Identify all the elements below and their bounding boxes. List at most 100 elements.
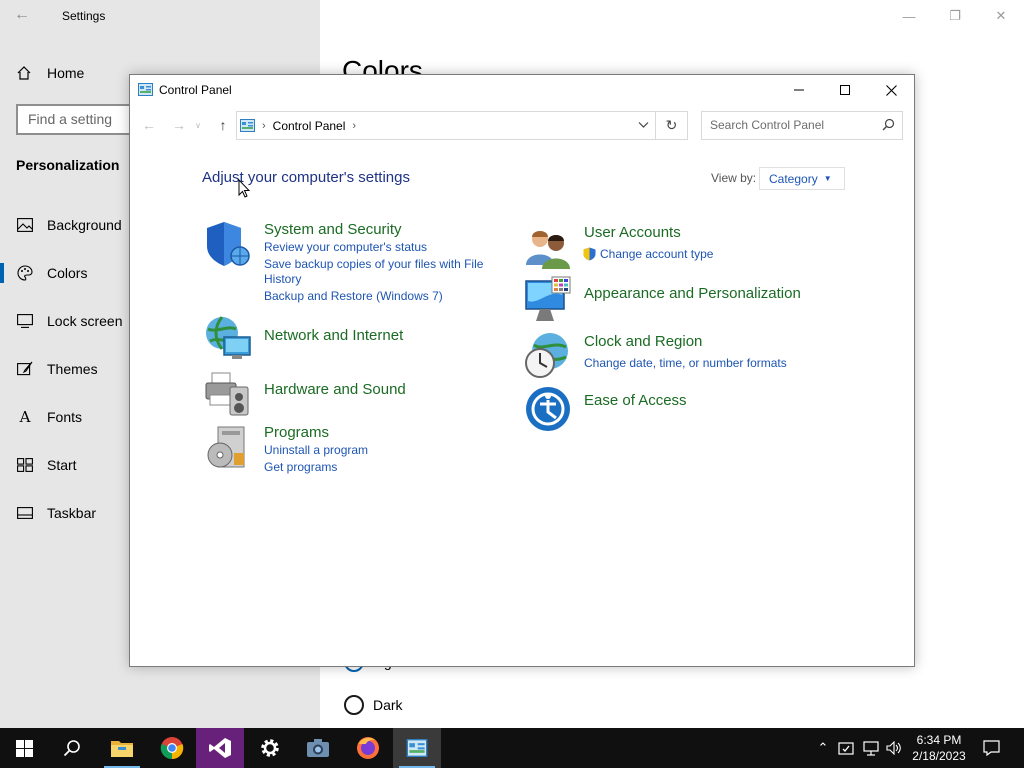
nav-item-label: Lock screen (47, 313, 123, 329)
start-icon (16, 456, 34, 474)
close-button[interactable] (868, 75, 914, 105)
nav-item-label: Background (47, 217, 122, 233)
file-explorer-icon (111, 741, 133, 757)
shield-icon[interactable] (204, 220, 252, 268)
control-panel-window: Control Panel ← → ∨ ↑ › Control Panel › … (129, 74, 915, 667)
link-file-history-cont[interactable]: History (264, 272, 301, 287)
ease-of-access-icon[interactable] (524, 385, 572, 433)
chevron-down-icon: ∨ (195, 120, 201, 130)
taskbar-control-panel[interactable] (393, 728, 441, 768)
breadcrumb-separator-icon[interactable]: › (352, 120, 356, 132)
category-title-link[interactable]: Hardware and Sound (264, 381, 406, 398)
link-uninstall-program[interactable]: Uninstall a program (264, 443, 368, 458)
category-title-link[interactable]: Network and Internet (264, 327, 403, 344)
search-control-panel-input[interactable]: Search Control Panel (701, 111, 903, 140)
dropdown-arrow-icon: ▼ (823, 174, 832, 183)
taskbar-firefox[interactable] (344, 728, 392, 768)
category-title-link[interactable]: Ease of Access (584, 392, 687, 409)
nav-item-label: Taskbar (47, 505, 97, 521)
section-title: Personalization (16, 157, 120, 173)
category-title-link[interactable]: System and Security (264, 221, 402, 238)
firefox-icon (357, 737, 379, 759)
minimize-button[interactable] (776, 75, 822, 105)
taskbar-search-button[interactable] (48, 728, 96, 768)
nav-item-label: Colors (47, 265, 88, 281)
radio-dark[interactable]: Dark (344, 695, 403, 715)
back-arrow-icon: ← (142, 117, 156, 133)
clock-globe-icon[interactable] (524, 331, 572, 379)
link-change-date-time[interactable]: Change date, time, or number formats (584, 356, 787, 371)
page-title: Adjust your computer's settings (202, 169, 410, 186)
taskbar-settings[interactable] (246, 728, 294, 768)
uac-shield-icon (583, 247, 596, 261)
action-center-button[interactable] (980, 728, 1002, 768)
nav-item-label: Start (47, 457, 77, 473)
radio-dark-label: Dark (373, 697, 403, 713)
view-by-dropdown[interactable]: Category ▼ (759, 167, 845, 190)
title-bar[interactable]: Control Panel (130, 75, 914, 105)
users-icon[interactable] (524, 223, 572, 271)
close-icon (885, 84, 897, 96)
taskbar-camera[interactable] (294, 728, 342, 768)
link-backup-restore[interactable]: Backup and Restore (Windows 7) (264, 289, 443, 304)
forward-arrow-icon: → (172, 117, 186, 133)
maximize-button[interactable] (822, 75, 868, 105)
breadcrumb-control-panel[interactable]: Control Panel (273, 119, 346, 133)
mouse-cursor-icon (238, 179, 250, 198)
category-title-link[interactable]: User Accounts (584, 224, 681, 241)
refresh-button[interactable]: ↻ (656, 111, 688, 140)
appearance-monitor-icon[interactable] (524, 275, 572, 323)
home-nav-item[interactable]: Home (16, 62, 84, 84)
up-arrow-icon: ↑ (219, 117, 227, 133)
volume-icon (886, 741, 901, 755)
tray-security-button[interactable] (836, 728, 856, 768)
breadcrumb-separator-icon[interactable]: › (262, 120, 266, 132)
window-controls (776, 75, 914, 105)
view-by-value: Category (769, 171, 818, 186)
brush-icon (16, 360, 34, 378)
taskbar-chrome[interactable] (148, 728, 196, 768)
taskbar-clock[interactable]: 6:34 PM 2/18/2023 (904, 732, 974, 764)
printer-icon[interactable] (204, 369, 252, 417)
taskbar-file-explorer[interactable] (98, 728, 146, 768)
camera-icon (307, 739, 329, 757)
clock-time: 6:34 PM (916, 733, 962, 747)
visual-studio-icon (209, 738, 231, 758)
start-button[interactable] (0, 728, 48, 768)
recent-locations-button[interactable]: ∨ (192, 111, 204, 139)
palette-icon (16, 264, 34, 282)
minimize-icon[interactable]: — (886, 0, 932, 32)
home-icon (17, 66, 31, 80)
nav-item-label: Themes (47, 361, 98, 377)
forward-button[interactable]: → (168, 111, 190, 139)
address-bar[interactable]: › Control Panel › (236, 111, 656, 140)
restore-icon[interactable]: ❐ (932, 0, 978, 32)
link-file-history[interactable]: Save backup copies of your files with Fi… (264, 257, 483, 272)
picture-icon (16, 216, 34, 234)
control-panel-icon (138, 83, 153, 96)
category-title-link[interactable]: Programs (264, 424, 329, 441)
programs-icon[interactable] (204, 423, 252, 471)
category-title-link[interactable]: Appearance and Personalization (584, 285, 801, 302)
close-icon[interactable]: ✕ (978, 0, 1024, 32)
link-change-account-type[interactable]: Change account type (600, 247, 713, 262)
chevron-down-icon[interactable] (638, 119, 649, 130)
taskbar-icon (16, 504, 34, 522)
window-title: Control Panel (159, 83, 232, 97)
lock-screen-icon (16, 312, 34, 330)
clock-date: 2/18/2023 (912, 749, 966, 763)
link-review-status[interactable]: Review your computer's status (264, 240, 427, 255)
up-button[interactable]: ↑ (212, 111, 234, 139)
show-hidden-icons-button[interactable]: ⌃ (814, 728, 832, 768)
back-button[interactable]: ← (138, 111, 160, 139)
tray-volume-button[interactable] (884, 728, 904, 768)
back-arrow-icon[interactable]: ← (14, 6, 30, 24)
font-icon: A (19, 408, 31, 426)
search-placeholder: Search Control Panel (710, 118, 825, 132)
network-globe-icon[interactable] (204, 315, 252, 363)
taskbar-visual-studio[interactable] (196, 728, 244, 768)
settings-window-controls: — ❐ ✕ (886, 0, 1024, 32)
category-title-link[interactable]: Clock and Region (584, 333, 702, 350)
link-get-programs[interactable]: Get programs (264, 460, 337, 475)
tray-network-button[interactable] (860, 728, 882, 768)
